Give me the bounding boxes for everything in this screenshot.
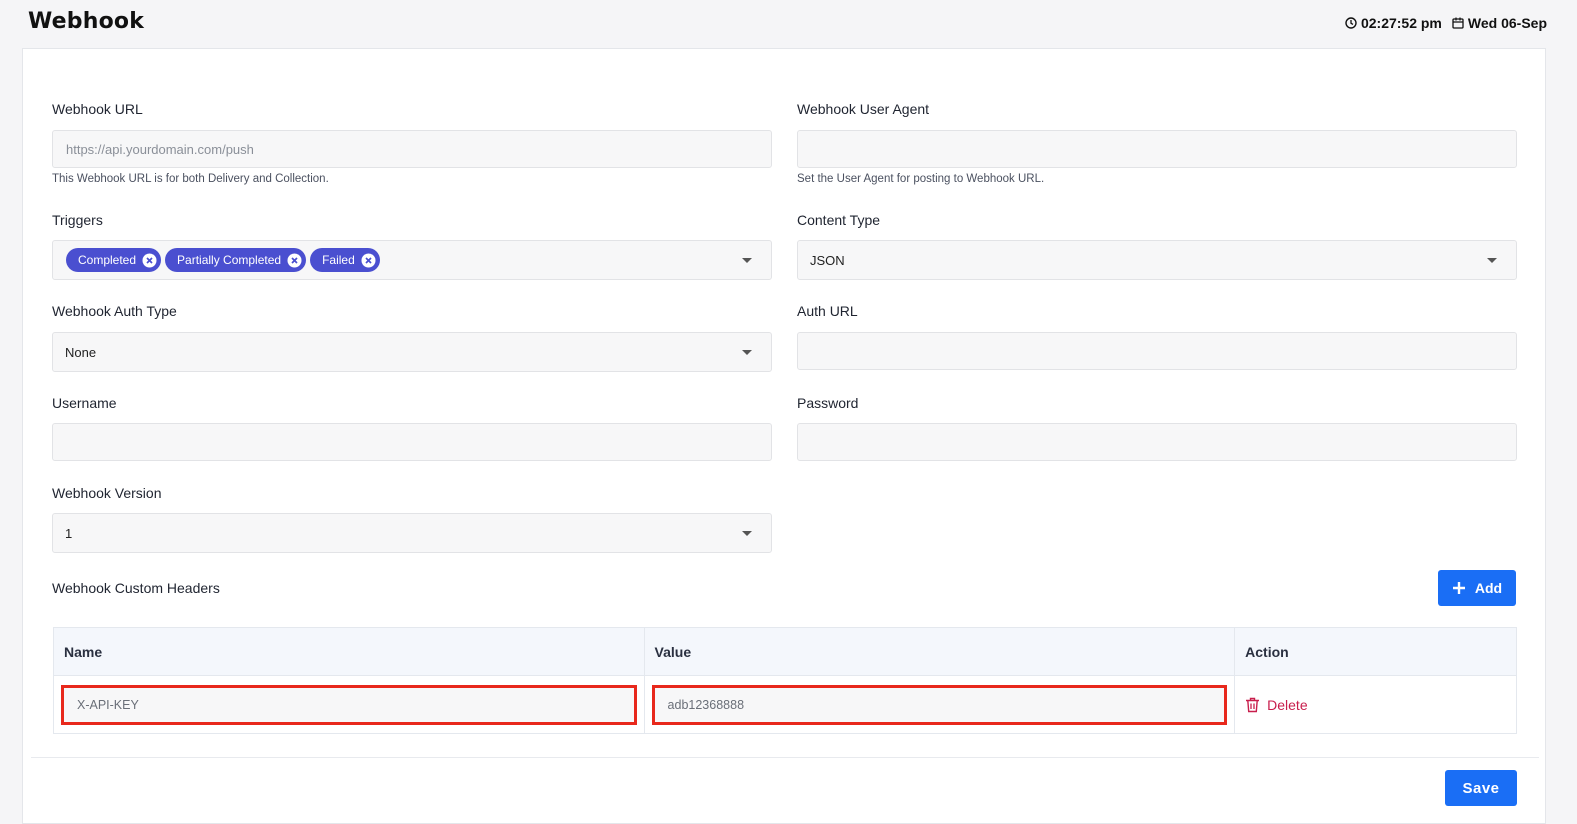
auth-type-select[interactable]: None — [52, 332, 772, 372]
trash-icon — [1246, 697, 1260, 712]
triggers-multiselect[interactable]: Completed Partially Completed Failed — [52, 240, 772, 280]
trigger-chip-label: Partially Completed — [177, 253, 282, 267]
header-value-value: adb12368888 — [667, 697, 745, 712]
current-time: 02:27:52 pm — [1360, 15, 1442, 31]
version-value: 1 — [65, 525, 73, 541]
auth-url-input[interactable] — [797, 332, 1517, 370]
user-agent-label: Webhook User Agent — [797, 101, 930, 117]
add-header-button[interactable]: Add — [1438, 570, 1516, 606]
webhook-url-input[interactable]: https://api.yourdomain.com/push — [52, 130, 772, 168]
content-type-label: Content Type — [797, 212, 881, 228]
remove-chip-icon[interactable] — [287, 253, 302, 268]
header-value-cell: adb12368888 — [643, 675, 1236, 734]
webhook-settings-card: Webhook URL https://api.yourdomain.com/p… — [22, 48, 1546, 824]
delete-label: Delete — [1267, 696, 1308, 713]
trigger-chip-partially-completed: Partially Completed — [165, 248, 307, 272]
header-name-input[interactable]: X-API-KEY — [61, 684, 637, 725]
chevron-down-icon — [742, 350, 752, 355]
auth-url-label: Auth URL — [797, 303, 858, 319]
footer-divider — [31, 757, 1539, 758]
trigger-chip-label: Completed — [78, 253, 137, 267]
remove-chip-icon[interactable] — [142, 253, 157, 268]
password-label: Password — [797, 395, 859, 411]
username-label: Username — [52, 395, 117, 411]
trigger-chip-completed: Completed — [66, 248, 162, 272]
chevron-down-icon — [742, 258, 752, 263]
custom-headers-table: Name Value Action X-API-KEY adb12368888 — [53, 627, 1517, 734]
password-input[interactable] — [797, 423, 1517, 461]
column-header-action: Action — [1234, 627, 1517, 676]
header-name-value: X-API-KEY — [77, 697, 139, 712]
chevron-down-icon — [742, 531, 752, 536]
remove-chip-icon[interactable] — [361, 253, 376, 268]
version-select[interactable]: 1 — [52, 513, 772, 553]
content-type-value: JSON — [810, 252, 845, 268]
datetime-display: 02:27:52 pm Wed 06-Sep — [1345, 15, 1547, 31]
clock-icon — [1345, 17, 1357, 29]
calendar-icon — [1452, 17, 1464, 29]
plus-icon — [1452, 582, 1465, 594]
column-header-value: Value — [643, 627, 1236, 676]
user-agent-input[interactable] — [797, 130, 1517, 168]
table-row: X-API-KEY adb12368888 Delete — [53, 675, 1517, 734]
version-label: Webhook Version — [52, 485, 162, 501]
chevron-down-icon — [1487, 258, 1497, 263]
custom-headers-label: Webhook Custom Headers — [52, 580, 220, 596]
webhook-url-label: Webhook URL — [52, 101, 143, 117]
trigger-chip-label: Failed — [322, 253, 355, 267]
header-value-input[interactable]: adb12368888 — [651, 684, 1228, 725]
page-title: Webhook — [28, 9, 145, 34]
trigger-chip-failed: Failed — [310, 248, 380, 272]
add-header-label: Add — [1474, 580, 1503, 596]
top-bar: Webhook 02:27:52 pm Wed 06-Sep — [0, 0, 1577, 48]
auth-type-label: Webhook Auth Type — [52, 303, 177, 319]
auth-type-value: None — [65, 344, 97, 360]
header-action-cell: Delete — [1234, 675, 1517, 734]
user-agent-help: Set the User Agent for posting to Webhoo… — [797, 173, 1045, 185]
delete-header-button[interactable]: Delete — [1242, 697, 1509, 713]
header-name-cell: X-API-KEY — [53, 675, 645, 734]
save-button[interactable]: Save — [1445, 770, 1517, 806]
username-input[interactable] — [52, 423, 772, 461]
webhook-url-help: This Webhook URL is for both Delivery an… — [52, 173, 329, 185]
current-date: Wed 06-Sep — [1467, 15, 1547, 31]
triggers-label: Triggers — [52, 212, 103, 228]
content-type-select[interactable]: JSON — [797, 240, 1517, 280]
webhook-url-placeholder: https://api.yourdomain.com/push — [66, 141, 254, 157]
column-header-name: Name — [53, 627, 645, 676]
